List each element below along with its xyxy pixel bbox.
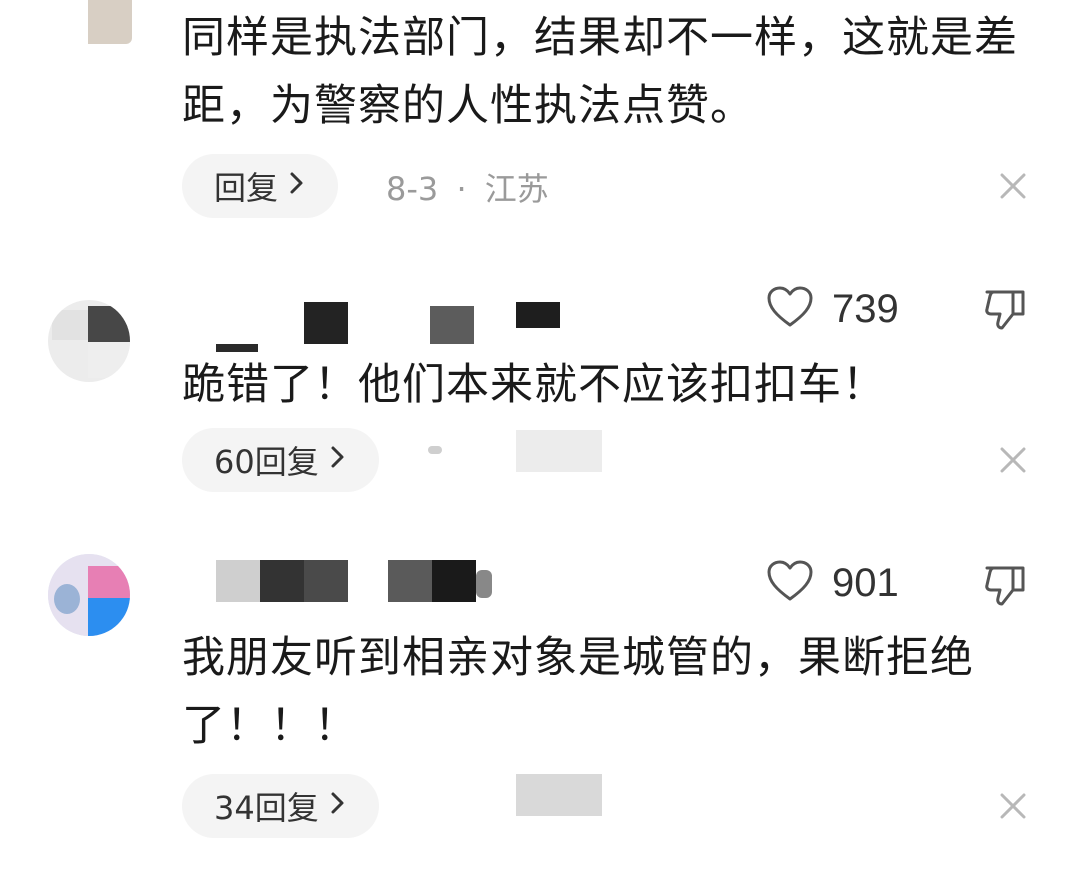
like-button[interactable]: 901 [766, 558, 899, 608]
username-obscured[interactable] [180, 300, 580, 352]
heart-outline-icon [766, 285, 814, 333]
comment-location: 江苏 [484, 170, 549, 208]
comment-meta-obscured [516, 774, 602, 816]
username-obscured[interactable] [180, 560, 580, 604]
like-count: 901 [832, 560, 899, 605]
reply-label: 34回复 [214, 789, 319, 827]
thumbs-down-icon[interactable] [982, 562, 1028, 608]
avatar[interactable] [48, 300, 130, 382]
comment-meta: 8-3 · 江苏 [386, 164, 549, 210]
reply-button[interactable]: 34回复 [182, 774, 379, 838]
avatar[interactable] [48, 554, 130, 636]
close-icon[interactable] [996, 443, 1030, 477]
heart-outline-icon [766, 559, 814, 607]
reply-button[interactable]: 回复 [182, 154, 339, 218]
comment-meta-obscured [516, 430, 602, 472]
close-icon[interactable] [996, 789, 1030, 823]
chevron-right-icon [329, 443, 347, 478]
like-button[interactable]: 739 [766, 284, 899, 334]
comment-date: 8-3 [386, 170, 439, 208]
close-icon[interactable] [996, 169, 1030, 203]
chevron-right-icon [329, 789, 347, 824]
comment-text: 我朋友听到相亲对象是城管的，果断拒绝了！！！ [182, 633, 974, 751]
comment-meta-obscured [428, 446, 442, 454]
reply-label: 60回复 [214, 443, 319, 481]
like-count: 739 [832, 286, 899, 331]
reply-button[interactable]: 60回复 [182, 428, 379, 492]
comment-item: 739 跪错了！他们本来就不应该扣扣车！ 60回复 [0, 270, 1080, 520]
comment-item: 同样是执法部门，结果却不一样，这就是差距，为警察的人性执法点赞。 回复 8-3 … [0, 0, 1080, 230]
chevron-right-icon [288, 169, 306, 204]
reply-label: 回复 [214, 169, 279, 207]
meta-separator: · [456, 170, 467, 208]
comment-text: 跪错了！他们本来就不应该扣扣车！ [182, 360, 886, 410]
comment-item: 901 我朋友听到相亲对象是城管的，果断拒绝了！！！ 34回复 [0, 546, 1080, 875]
comment-text: 同样是执法部门，结果却不一样，这就是差距，为警察的人性执法点赞。 [182, 13, 1018, 131]
avatar[interactable] [88, 0, 132, 44]
thumbs-down-icon[interactable] [982, 286, 1028, 332]
